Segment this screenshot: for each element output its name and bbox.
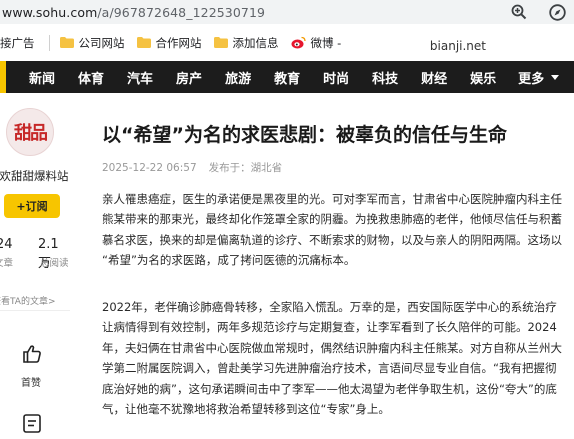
address-bar[interactable]: www.sohu.com/a/967872648_122530719 [0, 0, 574, 24]
bookmark-label: 合作网站 [155, 35, 202, 50]
like-icon[interactable] [21, 343, 43, 365]
nav-item-auto[interactable]: 汽车 [127, 68, 153, 87]
article-source: 发布于：湖北省 [208, 162, 283, 174]
bookmark-separator [48, 34, 50, 51]
article-paragraph-2: 2022年，老伴确诊肺癌骨转移，全家陷入慌乱。万幸的是，西安国际医学中心的系统治… [102, 297, 574, 419]
bookmarks-bar: 接广告 公司网站 合作网站 添加信息 微博 - bianji.net [0, 24, 574, 62]
bookmark-folder-partner[interactable]: 合作网站 [136, 35, 202, 51]
avatar[interactable]: 甜品 [6, 108, 54, 156]
zoom-icon[interactable] [510, 3, 528, 21]
nav-more-label: 更多 [518, 71, 545, 87]
bookmark-item[interactable]: 接广告 [0, 35, 35, 51]
folder-icon [136, 37, 151, 48]
bookmark-folder-add[interactable]: 添加信息 [213, 35, 279, 51]
paragraph-line: 慕名求医，换来的却是偏离轨道的诊疗、不断索求的财物，以及与亲人的阴阳两隔。这场以 [102, 232, 562, 247]
bookmark-label: 接广告 [0, 35, 35, 50]
folder-icon [213, 37, 228, 48]
sidebar-divider [0, 310, 70, 311]
author-sidebar: 甜品 喜欢甜甜爆料站 +订阅 24 文章 2.1万 总阅读 查看TA的文章> 首… [0, 93, 70, 433]
avatar-text: 甜品 [14, 123, 48, 144]
url-host: www.sohu.com [2, 4, 98, 20]
chevron-down-icon [551, 74, 560, 80]
paragraph-line: 2022年，老伴确诊肺癌骨转移，全家陷入慌乱。万幸的是，西安国际医学中心的系统治… [102, 300, 557, 314]
author-name[interactable]: 喜欢甜甜爆料站 [0, 168, 69, 184]
article-meta: 2025-12-22 06:57 发布于：湖北省 [102, 160, 282, 175]
nav-item-ent[interactable]: 娱乐 [470, 68, 496, 87]
bookmark-label: 公司网站 [78, 35, 125, 50]
paragraph-line: 底治好她的病”，这句承诺瞬间击中了李军——他太渴望为老伴争取生机，这份“夸大”的… [102, 381, 557, 396]
stat-articles-label: 文章 [0, 258, 14, 269]
bookmark-weibo[interactable]: 微博 - [291, 35, 342, 51]
nav-item-house[interactable]: 房产 [176, 68, 202, 87]
nav-item-tech[interactable]: 科技 [372, 68, 398, 87]
compass-icon[interactable] [548, 3, 566, 21]
comment-icon[interactable] [21, 413, 43, 435]
nav-item-travel[interactable]: 旅游 [225, 68, 251, 87]
weibo-icon [291, 36, 306, 49]
see-all-articles-link[interactable]: 查看TA的文章> [0, 294, 56, 307]
paragraph-line: 气，让他毫不犹豫地将救治希望转移到这位“专家”身上。 [102, 402, 390, 417]
folder-icon [59, 37, 74, 48]
article-date: 2025-12-22 06:57 [102, 162, 197, 174]
bookmark-label: 微博 - [310, 35, 342, 50]
paragraph-line: 让病情得到有效控制，两年多规范诊疗与定期复查，让李军看到了长久陪伴的可能。202… [102, 320, 557, 335]
nav-item-sports[interactable]: 体育 [78, 68, 104, 87]
stat-reads-label: 总阅读 [40, 258, 69, 269]
paragraph-line: “希望”为名的求医路，成了拷问医德的沉痛标本。 [102, 253, 356, 268]
nav-item-news[interactable]: 新闻 [29, 68, 55, 87]
paragraph-line: 亲人罹患癌症，医生的承诺便是黑夜里的光。可对李军而言，甘肃省中心医院肿瘤内科主任 [102, 192, 562, 206]
article-paragraph-1: 亲人罹患癌症，医生的承诺便是黑夜里的光。可对李军而言，甘肃省中心医院肿瘤内科主任… [102, 189, 574, 271]
watermark: bianji.net [429, 39, 486, 53]
nav-more[interactable]: 更多 [518, 68, 560, 87]
bookmark-folder-company[interactable]: 公司网站 [59, 35, 125, 51]
paragraph-line: 熊某带来的那束光，最终却化作笼罩全家的阴霾。为挽救患肺癌的老伴，他倾尽信任与积蓄 [102, 212, 562, 227]
nav-item-finance[interactable]: 财经 [421, 68, 447, 87]
paragraph-line: 年，夫妇俩在甘肃省中心医院做血常规时，偶然结识肿瘤内科主任熊某。对方自称从兰州大 [102, 340, 562, 355]
paragraph-line: 学第二附属医院调入，曾赴美学习先进肿瘤治疗技术，言语间尽显专业自信。“我有把握彻 [102, 361, 557, 376]
bookmark-label: 添加信息 [232, 35, 279, 50]
nav-item-edu[interactable]: 教育 [274, 68, 300, 87]
follow-button[interactable]: +订阅 [4, 194, 60, 218]
nav-accent [0, 61, 6, 93]
article-title: 以“希望”为名的求医悲剧：被辜负的信任与生命 [102, 124, 507, 146]
nav-item-fashion[interactable]: 时尚 [323, 68, 349, 87]
stat-articles-value: 24 [0, 237, 13, 252]
channel-nav: 新闻 体育 汽车 房产 旅游 教育 时尚 科技 财经 娱乐 更多 [0, 61, 574, 93]
url-path: /a/967872648_122530719 [97, 4, 266, 20]
url-text[interactable]: www.sohu.com/a/967872648_122530719 [0, 5, 265, 20]
like-label: 首赞 [21, 378, 41, 389]
